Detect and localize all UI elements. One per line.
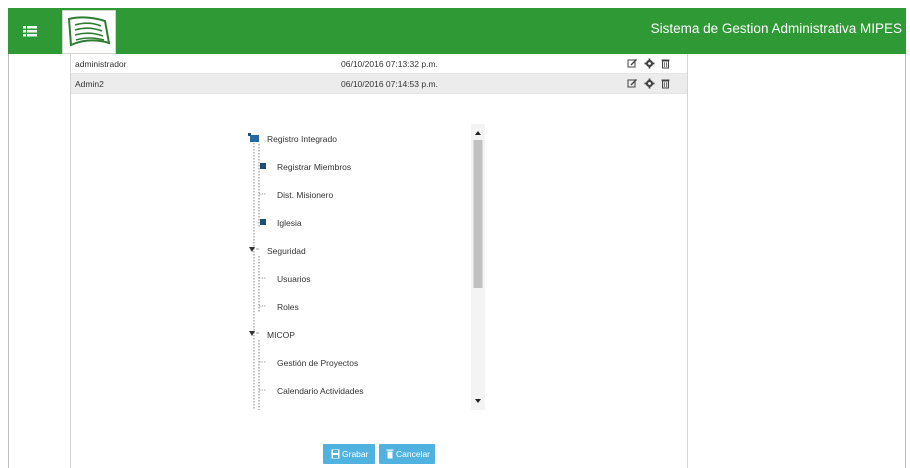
permissions-tree: Registro Integrado Registrar Miembros Di… <box>245 124 485 410</box>
edit-icon[interactable] <box>627 58 638 69</box>
tree-item-micop[interactable]: MICOP <box>267 330 295 340</box>
table-row[interactable]: administrador 06/10/2016 07:13:32 p.m. <box>71 54 687 74</box>
tree-scrollbar[interactable] <box>471 124 485 410</box>
leaf-icon[interactable] <box>258 302 268 311</box>
users-panel: administrador 06/10/2016 07:13:32 p.m. A… <box>70 54 688 468</box>
leaf-icon[interactable] <box>258 274 268 283</box>
user-date: 06/10/2016 07:14:53 p.m. <box>341 79 438 89</box>
tree-item-calendario-actividades[interactable]: Calendario Actividades <box>277 386 363 396</box>
expand-icon[interactable] <box>248 245 260 255</box>
cancel-button[interactable]: Cancelar <box>379 444 435 464</box>
folder-icon[interactable] <box>248 133 260 143</box>
tree-item-seguridad[interactable]: Seguridad <box>267 246 306 256</box>
tree-item-registro-integrado[interactable]: Registro Integrado <box>267 134 337 144</box>
tree-item-registrar-miembros[interactable]: Registrar Miembros <box>277 162 351 172</box>
row-actions <box>627 58 677 70</box>
page-right-border <box>905 54 906 468</box>
tree-item-gestion-proyectos[interactable]: Gestión de Proyectos <box>277 358 358 368</box>
leaf-icon[interactable] <box>258 386 268 395</box>
save-button-label: Grabar <box>342 449 369 459</box>
user-date: 06/10/2016 07:13:32 p.m. <box>341 59 438 69</box>
leaf-icon[interactable] <box>258 190 268 199</box>
tree-item-usuarios[interactable]: Usuarios <box>277 274 311 284</box>
tree-item-roles[interactable]: Roles <box>277 302 299 312</box>
save-icon <box>331 449 340 459</box>
user-name: administrador <box>75 59 127 69</box>
row-actions <box>627 78 677 90</box>
trash-icon[interactable] <box>660 58 671 69</box>
bible-logo-icon <box>62 10 116 54</box>
node-icon[interactable] <box>258 162 268 171</box>
tree-item-iglesia[interactable]: Iglesia <box>277 218 302 228</box>
leaf-icon[interactable] <box>258 358 268 367</box>
gear-icon[interactable] <box>644 78 655 89</box>
expand-icon[interactable] <box>248 329 260 339</box>
cancel-icon <box>386 449 394 459</box>
list-icon[interactable] <box>22 24 38 38</box>
node-icon[interactable] <box>258 218 268 227</box>
edit-icon[interactable] <box>627 78 638 89</box>
save-button[interactable]: Grabar <box>323 444 375 464</box>
gear-icon[interactable] <box>644 58 655 69</box>
app-header: Sistema de Gestion Administrativa MIPES <box>8 8 906 54</box>
trash-icon[interactable] <box>660 78 671 89</box>
cancel-button-label: Cancelar <box>396 449 431 459</box>
app-title: Sistema de Gestion Administrativa MIPES <box>650 21 902 36</box>
table-row[interactable]: Admin2 06/10/2016 07:14:53 p.m. <box>71 74 687 94</box>
user-name: Admin2 <box>75 79 104 89</box>
tree-item-dist-misionero[interactable]: Dist. Misionero <box>277 190 333 200</box>
page-left-border <box>8 54 9 468</box>
